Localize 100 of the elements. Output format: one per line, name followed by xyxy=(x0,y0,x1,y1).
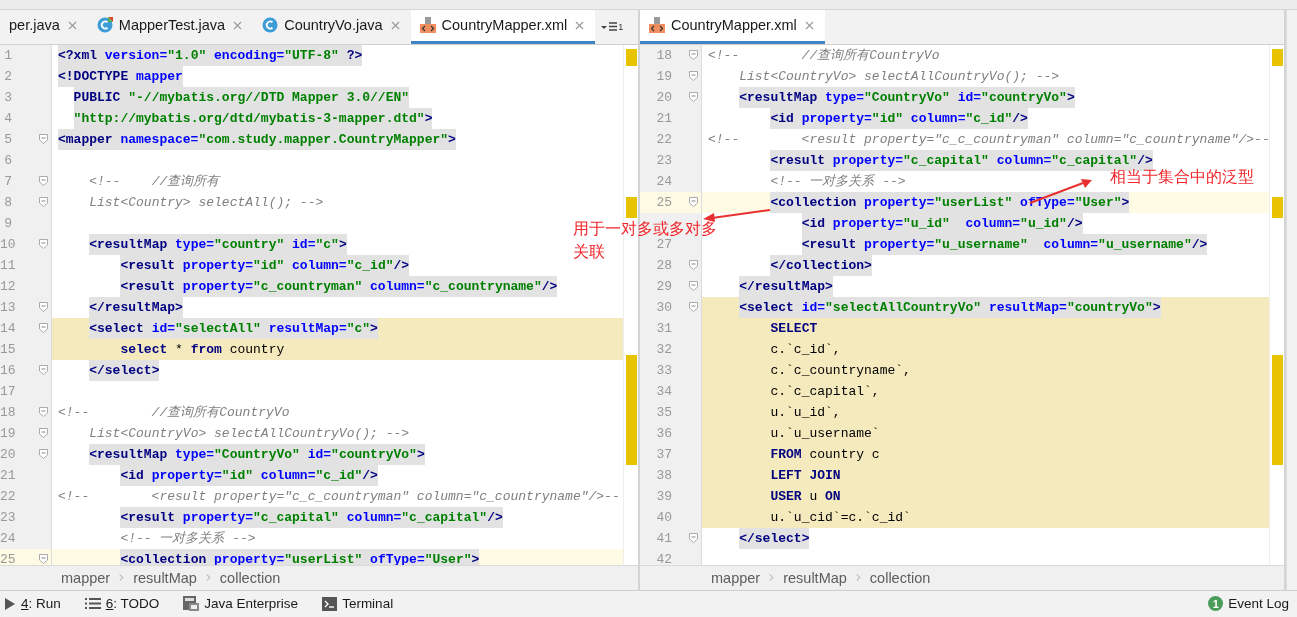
fold-icon[interactable] xyxy=(689,260,698,271)
class-icon xyxy=(96,17,113,34)
line-number: 17 xyxy=(0,383,16,399)
code-line: <!-- <result property="c_c_countryman" column="c_countryname"/>-- xyxy=(708,130,1269,149)
fold-icon[interactable] xyxy=(39,323,48,334)
xml-file-icon xyxy=(649,17,665,34)
play-icon xyxy=(4,596,16,611)
editor-tab[interactable]: CountryMapper.xml xyxy=(640,9,825,44)
fold-icon[interactable] xyxy=(689,50,698,61)
code-line: <!-- //查询所有 xyxy=(89,172,220,191)
fold-icon[interactable] xyxy=(39,428,48,439)
line-number: 31 xyxy=(656,320,672,336)
fold-icon[interactable] xyxy=(39,197,48,208)
fold-icon[interactable] xyxy=(39,407,48,418)
list-icon xyxy=(601,20,618,33)
code-line: c.`c_countryname`, xyxy=(770,361,911,380)
event-log-button[interactable]: 1 Event Log xyxy=(1208,596,1289,612)
line-number: 32 xyxy=(656,341,672,357)
class-icon xyxy=(262,17,279,34)
fold-icon[interactable] xyxy=(39,365,48,376)
code-line: SELECT xyxy=(770,319,818,338)
line-number: 29 xyxy=(656,278,672,294)
fold-icon[interactable] xyxy=(39,134,48,145)
line-number: 33 xyxy=(656,362,672,378)
breadcrumb-item[interactable]: mapper xyxy=(61,569,111,586)
line-number: 22 xyxy=(656,131,672,147)
fold-icon[interactable] xyxy=(689,71,698,82)
fold-icon[interactable] xyxy=(689,92,698,103)
tool-window-button[interactable]: Java Enterprise xyxy=(183,596,299,612)
code-line: <!-- 一对多关系 --> xyxy=(120,529,256,548)
line-number: 23 xyxy=(0,509,16,525)
fold-icon[interactable] xyxy=(39,554,48,565)
terminal-icon xyxy=(322,596,338,611)
fold-icon[interactable] xyxy=(689,533,698,544)
tool-window-button[interactable]: Terminal xyxy=(322,596,394,612)
breadcrumb-item[interactable]: resultMap xyxy=(783,569,847,586)
code-line: select * from country xyxy=(120,340,285,359)
code-line: c.`c_id`, xyxy=(770,340,841,359)
line-number: 24 xyxy=(656,173,672,189)
line-number: 9 xyxy=(4,215,12,231)
line-number: 23 xyxy=(656,152,672,168)
editor-tab[interactable]: MapperTest.java xyxy=(87,9,254,44)
breadcrumb-item[interactable]: resultMap xyxy=(133,569,197,586)
line-number: 36 xyxy=(656,425,672,441)
line-number: 21 xyxy=(0,467,16,483)
line-number: 28 xyxy=(656,257,672,273)
fold-icon[interactable] xyxy=(39,302,48,313)
code-line: u.`u_id`, xyxy=(770,403,841,422)
fold-icon[interactable] xyxy=(39,176,48,187)
line-number: 19 xyxy=(656,68,672,84)
editor-tab[interactable]: CountryMapper.xml xyxy=(410,9,596,44)
line-number: 21 xyxy=(656,110,672,126)
enterprise-icon xyxy=(183,596,200,612)
line-number: 37 xyxy=(656,446,672,462)
line-number: 39 xyxy=(656,488,672,504)
code-line: <!-- //查询所有CountryVo xyxy=(708,46,940,65)
line-number: 41 xyxy=(656,530,672,546)
breadcrumb-item[interactable]: mapper xyxy=(711,569,761,586)
line-number: 20 xyxy=(0,446,16,462)
code-line: List<CountryVo> selectAllCountryVo(); --> xyxy=(89,424,410,443)
fold-icon[interactable] xyxy=(39,239,48,250)
code-line: c.`c_capital`, xyxy=(770,382,880,401)
line-number: 42 xyxy=(656,551,672,565)
xml-file-icon xyxy=(419,17,436,34)
line-number: 12 xyxy=(0,278,16,294)
line-number: 18 xyxy=(0,404,16,420)
line-number: 1 xyxy=(4,47,12,63)
line-number: 19 xyxy=(0,425,16,441)
editor-tab[interactable]: per.java xyxy=(0,9,88,44)
fold-icon[interactable] xyxy=(689,281,698,292)
fold-icon[interactable] xyxy=(689,197,698,208)
line-number: 10 xyxy=(0,236,16,252)
line-number: 25 xyxy=(656,194,672,210)
code-line: u.`u_username` xyxy=(770,424,880,443)
fold-icon[interactable] xyxy=(39,449,48,460)
line-number: 38 xyxy=(656,467,672,483)
code-line: u.`u_cid`=c.`c_id` xyxy=(770,508,911,527)
breadcrumb-item[interactable]: collection xyxy=(219,569,281,586)
line-number: 20 xyxy=(656,89,672,105)
line-number: 13 xyxy=(0,299,16,315)
code-line: FROM country c xyxy=(770,445,880,464)
line-number: 25 xyxy=(0,551,16,565)
fold-icon[interactable] xyxy=(689,302,698,313)
tool-window-button[interactable]: 4: Run xyxy=(4,596,61,612)
tab-list-menu[interactable]: 1 xyxy=(595,9,630,44)
line-number: 4 xyxy=(4,110,12,126)
breadcrumb-item[interactable]: collection xyxy=(869,569,931,586)
tool-window-button[interactable]: 6: TODO xyxy=(84,596,160,612)
line-number: 35 xyxy=(656,404,672,420)
line-number: 30 xyxy=(656,299,672,315)
line-number: 18 xyxy=(656,47,672,63)
line-number: 11 xyxy=(0,257,16,273)
code-line: LEFT JOIN xyxy=(770,466,841,485)
code-line: <!-- //查询所有CountryVo xyxy=(58,403,290,422)
editor-tab[interactable]: CountryVo.java xyxy=(253,9,411,44)
annotation-text: 用于一对多或多对多 xyxy=(573,219,717,239)
line-number: 27 xyxy=(656,236,672,252)
line-number: 3 xyxy=(4,89,12,105)
line-number: 22 xyxy=(0,488,16,504)
code-line: USER u ON xyxy=(770,487,841,506)
